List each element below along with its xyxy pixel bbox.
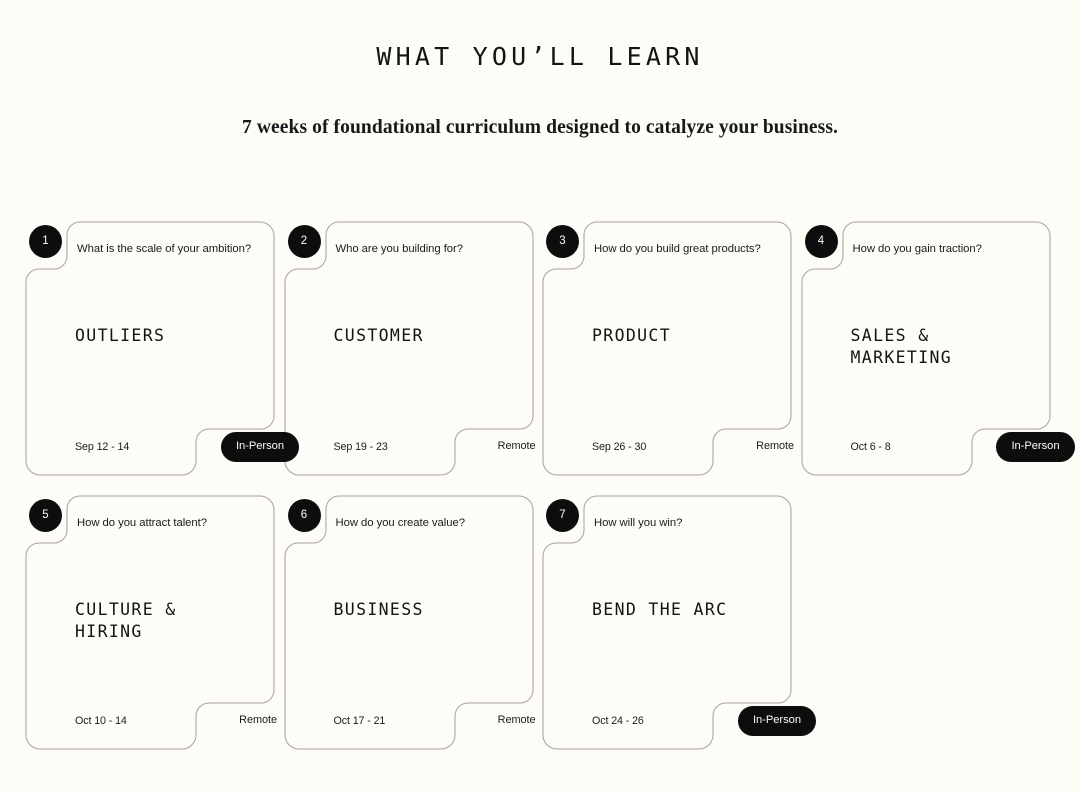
card-date-range: Sep 12 - 14	[75, 441, 130, 453]
card-question: How will you win?	[594, 517, 683, 529]
card-question: How do you create value?	[335, 517, 465, 529]
card-number-label: 7	[559, 508, 566, 521]
curriculum-card[interactable]: 1 What is the scale of your ambition? OUTL…	[25, 221, 299, 476]
card-topic-title: OUTLIERS	[75, 326, 166, 345]
curriculum-card[interactable]: 2 Who are you building for? CUSTOMER Sep 19…	[283, 221, 536, 476]
curriculum-card[interactable]: 7 How will you win? BEND THE ARC Oct 24 - 2…	[542, 495, 816, 750]
card-number-label: 3	[559, 234, 566, 247]
card-format-label-remote: Remote	[239, 714, 277, 727]
card-format-label-remote: Remote	[756, 440, 794, 453]
card-format-label-remote: Remote	[497, 440, 536, 453]
card-topic-title: CUSTOMER	[333, 326, 424, 345]
card-question: How do you build great products?	[594, 243, 761, 255]
card-format-badge-in-person: In-Person	[737, 705, 816, 736]
card-date-range: Sep 19 - 23	[333, 441, 388, 453]
card-number-label: 1	[42, 234, 49, 247]
card-number-badge: 5	[29, 499, 62, 532]
card-number-label: 2	[300, 234, 308, 247]
card-number-badge: 2	[287, 225, 321, 258]
card-format-label-remote: Remote	[497, 714, 536, 727]
card-topic-title: BEND THE ARC	[592, 600, 728, 619]
card-number-label: 5	[42, 508, 49, 521]
card-topic-title: SALES & MARKETING	[850, 326, 953, 367]
card-outline-shape	[283, 221, 534, 476]
card-outline-shape	[283, 495, 534, 750]
card-format-badge-in-person: In-Person	[220, 431, 299, 462]
card-outline-shape	[542, 221, 792, 476]
card-number-label: 4	[817, 234, 825, 247]
curriculum-card[interactable]: 5 How do you attract talent? CULTURE & HIR…	[25, 495, 277, 750]
card-question: How do you gain traction?	[852, 243, 982, 255]
page-title: WHAT YOU’LL LEARN	[376, 42, 704, 71]
card-number-badge: 1	[29, 225, 62, 258]
card-date-range: Oct 10 - 14	[75, 715, 127, 727]
card-date-range: Oct 24 - 26	[592, 715, 644, 727]
card-format-badge-in-person: In-Person	[996, 431, 1075, 462]
card-number-badge: 7	[546, 499, 579, 532]
curriculum-card[interactable]: 6 How do you create value? BUSINESS Oct 17 …	[283, 495, 536, 750]
card-topic-title: BUSINESS	[333, 600, 424, 619]
card-date-range: Sep 26 - 30	[592, 441, 647, 453]
page-subtitle: 7 weeks of foundational curriculum desig…	[242, 117, 838, 138]
card-number-label: 6	[300, 508, 308, 521]
curriculum-card[interactable]: 4 How do you gain traction? SALES & MARKET…	[800, 221, 1075, 476]
card-question: What is the scale of your ambition?	[77, 243, 252, 255]
card-date-range: Oct 6 - 8	[850, 441, 891, 453]
card-number-badge: 3	[546, 225, 579, 258]
curriculum-card-grid: 1 What is the scale of your ambition? OUTL…	[25, 221, 1075, 770]
card-number-badge: 6	[287, 499, 321, 532]
page-header: WHAT YOU’LL LEARN 7 weeks of foundationa…	[0, 0, 1080, 139]
card-topic-title: CULTURE & HIRING	[75, 600, 177, 641]
card-question: Who are you building for?	[335, 243, 464, 255]
card-question: How do you attract talent?	[77, 517, 207, 529]
card-topic-title: PRODUCT	[592, 326, 671, 345]
card-number-badge: 4	[804, 225, 838, 258]
card-date-range: Oct 17 - 21	[333, 715, 386, 727]
curriculum-card[interactable]: 3 How do you build great products? PRODUCT…	[542, 221, 794, 476]
